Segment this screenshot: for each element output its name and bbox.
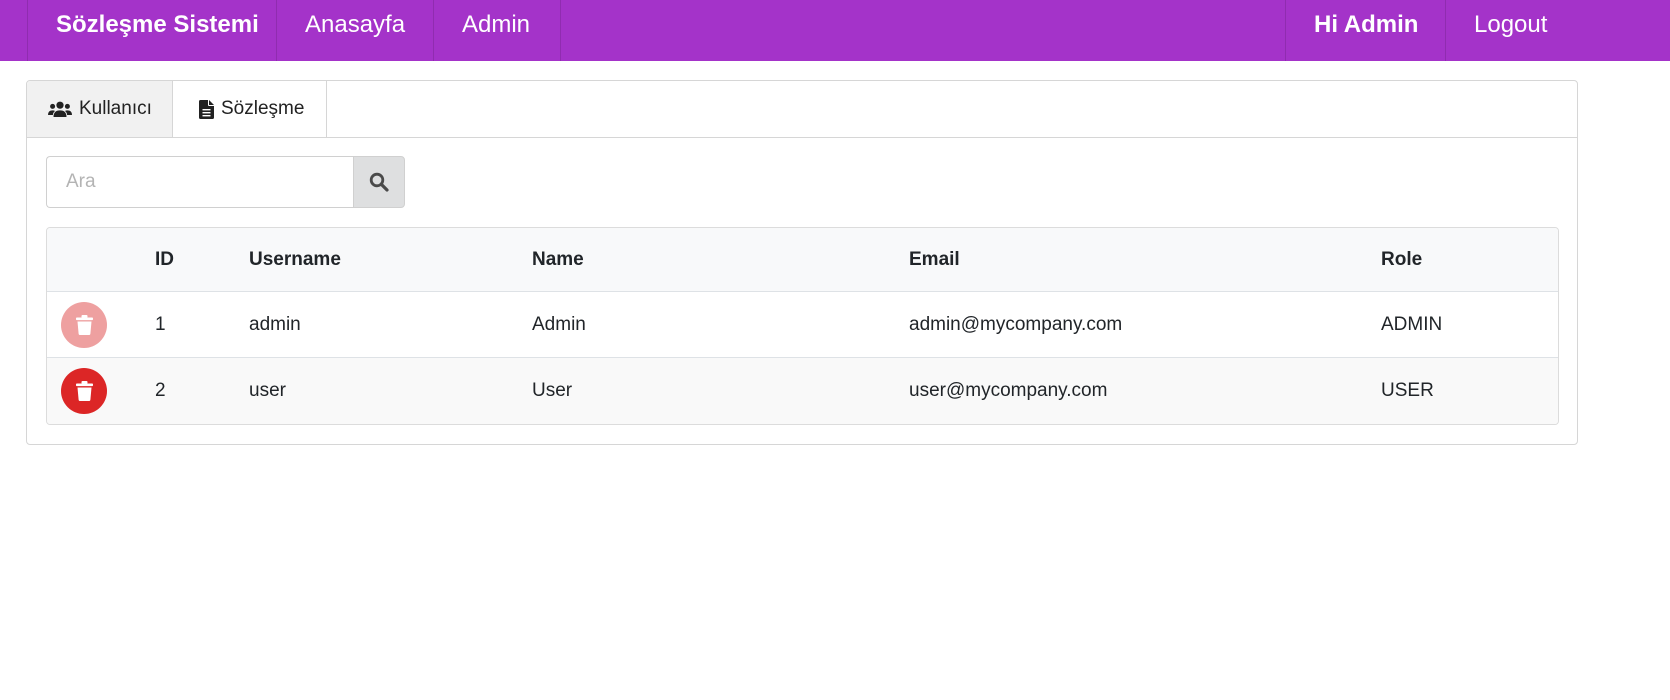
cell-id: 2 [155, 380, 166, 401]
cell-id: 1 [155, 313, 166, 335]
brand-link[interactable]: Sözleşme Sistemi [27, 0, 287, 61]
greeting-link[interactable]: Hi Admin [1285, 0, 1446, 61]
header-name: Name [532, 248, 584, 270]
delete-button [61, 302, 107, 348]
header-email: Email [909, 248, 960, 270]
file-icon [199, 99, 214, 119]
top-navbar: Sözleşme Sistemi Anasayfa Admin Hi Admin… [0, 0, 1670, 61]
nav-home-link[interactable]: Anasayfa [276, 0, 433, 61]
cell-username: admin [249, 313, 301, 335]
cell-username: user [249, 380, 286, 401]
cell-role: ADMIN [1381, 313, 1443, 335]
logout-link[interactable]: Logout [1445, 0, 1575, 61]
trash-icon [75, 315, 93, 335]
search-group [46, 156, 405, 208]
users-table: ID Username Name Email Role 1 admin Admi… [46, 227, 1559, 425]
header-role: Role [1381, 248, 1423, 270]
tab-users[interactable]: Kullanıcı [27, 81, 173, 137]
search-input[interactable] [46, 156, 354, 208]
tab-contracts-label: Sözleşme [221, 98, 305, 119]
tab-users-label: Kullanıcı [79, 98, 152, 119]
header-username: Username [249, 248, 341, 270]
table-row: 2 user User user@mycompany.com USER [47, 358, 1558, 424]
table-row: 1 admin Admin admin@mycompany.com ADMIN [47, 292, 1558, 358]
cell-email: admin@mycompany.com [909, 313, 1123, 335]
header-id: ID [155, 248, 174, 270]
tab-bar: Kullanıcı Sözleşme [27, 81, 1577, 138]
cell-name: User [532, 380, 573, 401]
users-icon [48, 101, 72, 117]
search-button[interactable] [353, 156, 405, 208]
cell-name: Admin [532, 313, 586, 335]
delete-button[interactable] [61, 368, 107, 414]
nav-admin-link[interactable]: Admin [433, 0, 558, 61]
tab-contracts[interactable]: Sözleşme [173, 81, 327, 137]
table-header-row: ID Username Name Email Role [47, 228, 1558, 292]
cell-email: user@mycompany.com [909, 380, 1108, 401]
search-icon [369, 172, 389, 192]
trash-icon [75, 381, 93, 401]
cell-role: USER [1381, 380, 1434, 401]
nav-divider [560, 0, 561, 61]
